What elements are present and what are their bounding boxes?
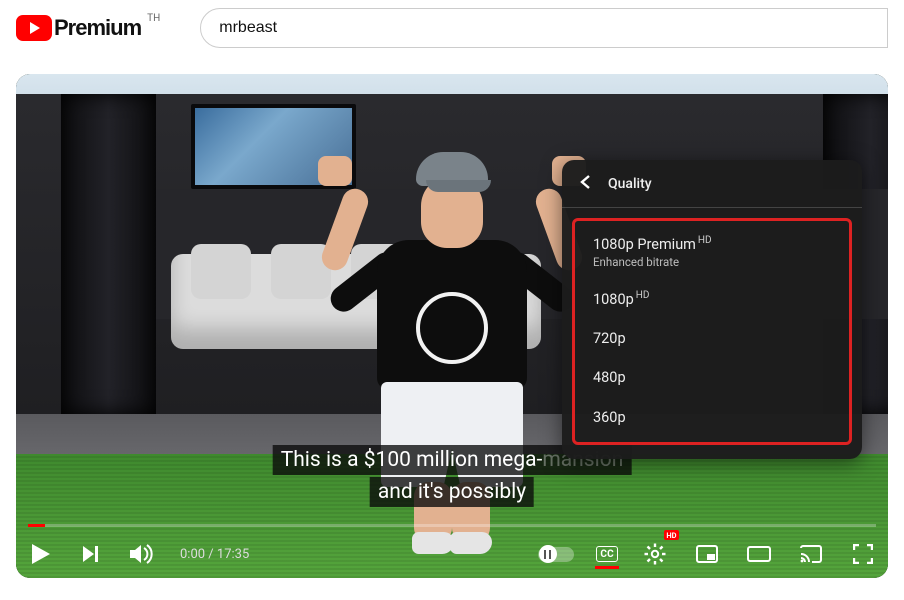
- quality-option-720p[interactable]: 720p: [575, 320, 849, 359]
- player-controls: 0:00 / 17:35 CC HD: [16, 524, 888, 578]
- fullscreen-button[interactable]: [848, 536, 878, 572]
- logo-text: Premium: [54, 15, 141, 41]
- hd-badge-icon: HD: [664, 530, 679, 540]
- cast-button[interactable]: [796, 536, 826, 572]
- quality-menu: Quality 1080p PremiumHD Enhanced bitrate…: [562, 160, 862, 459]
- quality-option-1080p-premium[interactable]: 1080p PremiumHD Enhanced bitrate: [575, 225, 849, 280]
- progress-bar[interactable]: [28, 524, 876, 527]
- quality-option-480p[interactable]: 480p: [575, 359, 849, 398]
- quality-option-1080p[interactable]: 1080pHD: [575, 280, 849, 320]
- theater-button[interactable]: [744, 536, 774, 572]
- settings-button[interactable]: HD: [640, 536, 670, 572]
- next-button[interactable]: [76, 536, 106, 572]
- youtube-icon: [16, 15, 52, 41]
- search-input[interactable]: [200, 8, 888, 48]
- play-button[interactable]: [26, 536, 56, 572]
- quality-option-360p[interactable]: 360p: [575, 399, 849, 438]
- caption-line-2: and it's possibly: [370, 477, 534, 507]
- volume-button[interactable]: [126, 536, 156, 572]
- quality-options-highlight: 1080p PremiumHD Enhanced bitrate 1080pHD…: [572, 218, 852, 445]
- autoplay-toggle[interactable]: [538, 547, 574, 562]
- header: Premium TH: [0, 0, 904, 60]
- quality-menu-title: Quality: [608, 176, 652, 192]
- miniplayer-button[interactable]: [692, 536, 722, 572]
- quality-back-button[interactable]: [580, 174, 592, 193]
- time-display: 0:00 / 17:35: [180, 547, 249, 562]
- logo[interactable]: Premium TH: [16, 15, 160, 41]
- logo-country: TH: [147, 13, 160, 24]
- captions-button[interactable]: CC: [596, 536, 618, 572]
- search-bar: [200, 8, 888, 48]
- video-player[interactable]: This is a $100 million mega-mansion and …: [16, 74, 888, 578]
